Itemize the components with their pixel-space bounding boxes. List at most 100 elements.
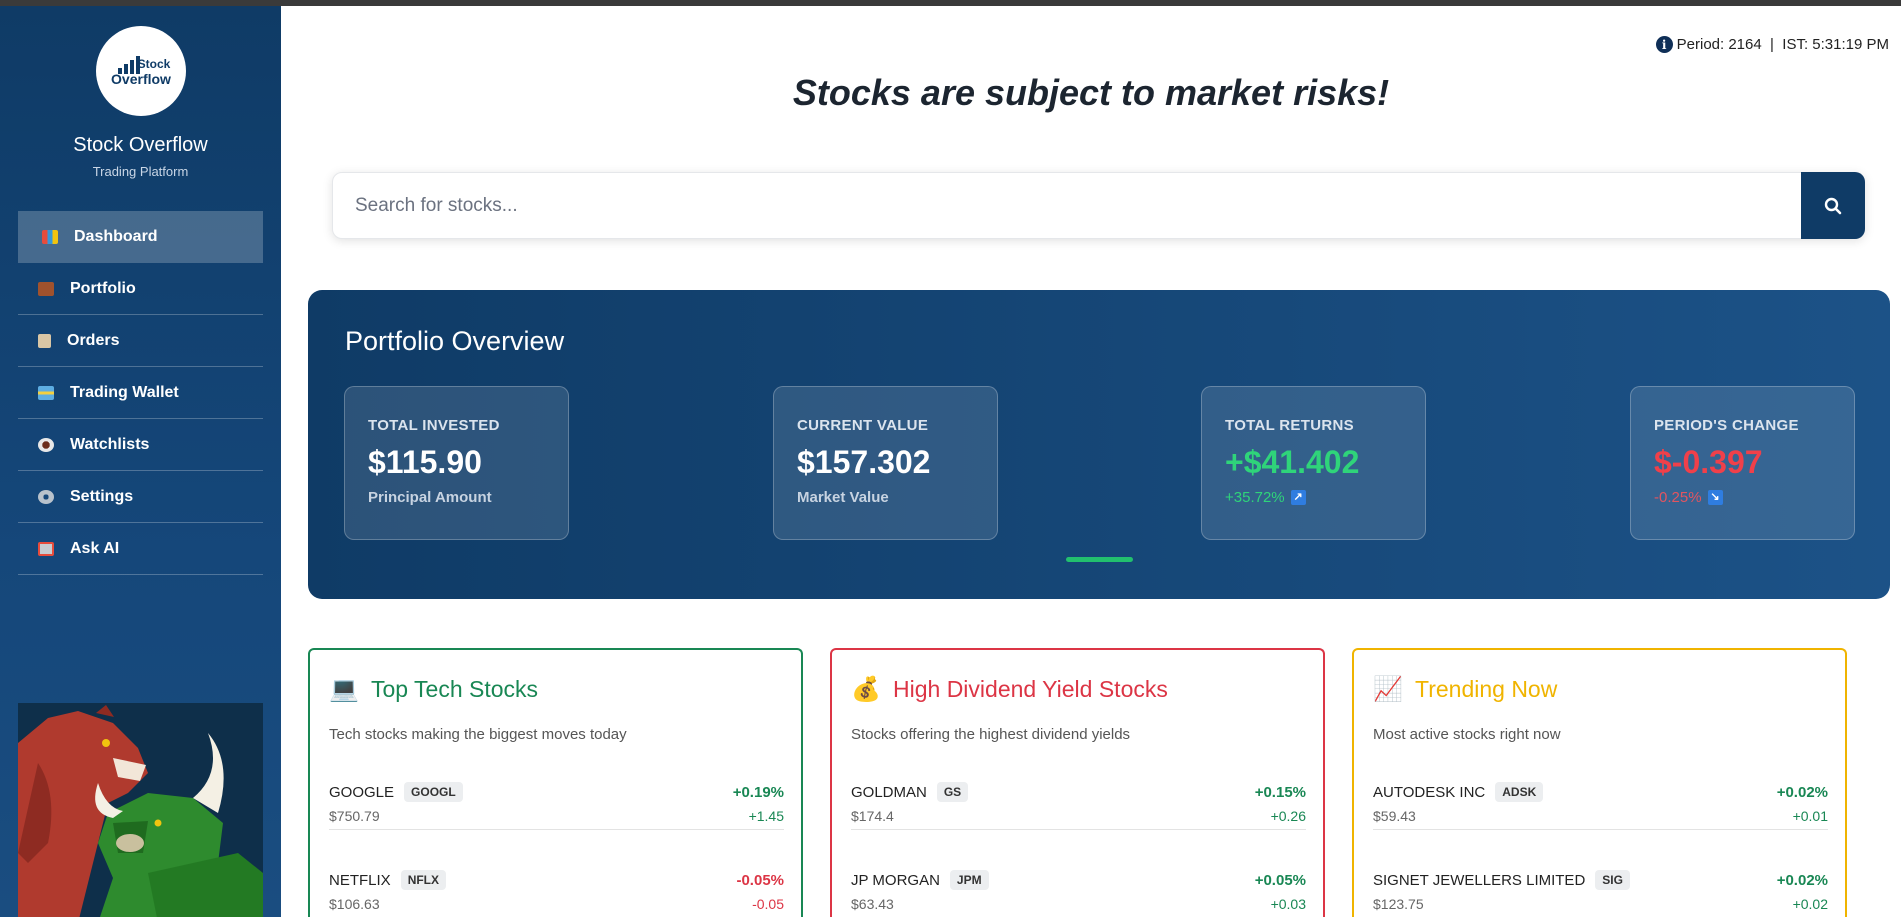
sidebar-item-label: Settings [70,487,134,505]
stock-name-wrap: SIGNET JEWELLERS LIMITED SIG [1373,870,1630,890]
logo-text-line1: Stock [137,57,171,71]
stock-price: $750.79 [329,808,380,824]
portfolio-overview: Portfolio Overview TOTAL INVESTED $115.9… [308,290,1890,599]
stock-name-wrap: GOOGLE GOOGL [329,782,463,802]
brand-name: Stock Overflow [73,134,208,156]
stock-row[interactable]: SIGNET JEWELLERS LIMITED SIG $123.75 +0.… [1373,870,1828,917]
search-icon [1824,197,1842,214]
stock-price: $174.4 [851,808,894,824]
gear-icon [38,489,54,504]
brand-subtitle: Trading Platform [92,164,189,179]
search-input[interactable] [333,173,1803,238]
card-label: CURRENT VALUE [797,417,929,434]
stock-name: JP MORGAN [851,871,940,889]
stock-row[interactable]: GOLDMAN GS $174.4 +0.15% +0.26 [851,782,1306,870]
overview-title: Portfolio Overview [345,326,565,356]
stock-name: GOOGLE [329,783,395,801]
stock-row[interactable]: NETFLIX NFLX $106.63 -0.05% -0.05 [329,870,784,917]
clipboard-icon [38,333,51,348]
card-value: $115.90 [368,444,482,480]
sidebar-item-dashboard[interactable]: Dashboard [18,211,263,263]
current-value-card: CURRENT VALUE $157.302 Market Value [773,386,998,540]
robot-icon [38,541,54,556]
sidebar-item-label: Ask AI [70,539,120,557]
sidebar-item-watchlists[interactable]: Watchlists [18,419,263,471]
stock-change: -0.05 [752,896,784,912]
ticker-badge: NFLX [400,870,447,890]
stock-change: +0.01 [1792,808,1828,824]
stock-name-wrap: AUTODESK INC ADSK [1373,782,1544,802]
stock-name: SIGNET JEWELLERS LIMITED [1373,871,1586,889]
stock-name-wrap: NETFLIX NFLX [329,870,447,890]
sidebar-item-trading-wallet[interactable]: Trading Wallet [18,367,263,419]
card-label: TOTAL INVESTED [368,417,500,434]
panel-description: Stocks offering the highest dividend yie… [851,726,1131,743]
card-label: TOTAL RETURNS [1225,417,1354,434]
stock-price: $123.75 [1373,896,1424,912]
trend-down-icon: ↘ [1707,490,1723,505]
ticker-badge: JPM [949,870,989,890]
panel-header: 📈 Trending Now [1373,674,1557,704]
returns-percent: +35.72% [1225,489,1285,506]
panel-description: Most active stocks right now [1373,726,1561,743]
card-value: $-0.397 [1654,444,1763,480]
search-bar [332,172,1865,239]
trending-now-panel: 📈 Trending Now Most active stocks right … [1352,648,1847,917]
total-invested-card: TOTAL INVESTED $115.90 Principal Amount [344,386,569,540]
card-sub: -0.25% ↘ [1654,489,1854,506]
panel-title: Trending Now [1415,675,1558,702]
card-value: +$41.402 [1225,444,1360,480]
stock-change: +0.02 [1792,896,1828,912]
credit-card-icon [38,385,54,400]
sidebar-item-orders[interactable]: Orders [18,315,263,367]
ticker-badge: ADSK [1495,782,1544,802]
info-icon[interactable]: i [1655,36,1673,53]
stock-row[interactable]: GOOGLE GOOGL $750.79 +0.19% +1.45 [329,782,784,870]
sidebar-item-label: Portfolio [70,279,136,297]
bull-bear-illustration [18,703,263,917]
stock-percent-change: +0.15% [1254,784,1306,801]
stock-change: +0.03 [1270,896,1306,912]
ticker-badge: GS [936,782,969,802]
period-indicator: i Period: 2164 | IST: 5:31:19 PM [1655,36,1889,53]
sidebar-item-portfolio[interactable]: Portfolio [18,263,263,315]
sidebar-item-settings[interactable]: Settings [18,471,263,523]
card-label: PERIOD'S CHANGE [1654,417,1799,434]
stock-name-wrap: JP MORGAN JPM [851,870,989,890]
stock-name-wrap: GOLDMAN GS [851,782,969,802]
high-dividend-stocks-panel: 💰 High Dividend Yield Stocks Stocks offe… [830,648,1325,917]
change-percent: -0.25% [1654,489,1702,506]
divider [851,829,1306,830]
browser-top-edge [0,0,1901,6]
sidebar-item-label: Dashboard [74,228,158,245]
stock-name: GOLDMAN [851,783,927,801]
chart-icon [42,230,58,244]
card-value: $157.302 [797,444,931,480]
period-text: Period: 2164 | IST: 5:31:19 PM [1676,36,1889,53]
panel-header: 💰 High Dividend Yield Stocks [851,674,1168,704]
top-tech-stocks-panel: 💻 Top Tech Stocks Tech stocks making the… [308,648,803,917]
sidebar-item-label: Orders [67,331,120,349]
ticker-badge: SIG [1595,870,1630,890]
card-sub: +35.72% ↗ [1225,489,1425,506]
sidebar-item-label: Watchlists [70,435,150,453]
stock-row[interactable]: AUTODESK INC ADSK $59.43 +0.02% +0.01 [1373,782,1828,870]
carousel-indicator[interactable] [1066,557,1133,562]
page-headline: Stocks are subject to market risks! [792,72,1390,113]
search-button[interactable] [1801,172,1865,239]
stock-row[interactable]: JP MORGAN JPM $63.43 +0.05% +0.03 [851,870,1306,917]
eye-icon [38,437,54,452]
panel-title: Top Tech Stocks [371,675,539,702]
card-sub: Market Value [797,489,889,506]
ticker-badge: GOOGL [404,782,463,802]
stock-percent-change: -0.05% [736,872,784,889]
logo[interactable]: Stock Overflow [96,26,186,116]
stock-percent-change: +0.05% [1254,872,1306,889]
stock-name: NETFLIX [329,871,391,889]
total-returns-card: TOTAL RETURNS +$41.402 +35.72% ↗ [1201,386,1426,540]
trend-up-icon: ↗ [1290,490,1306,505]
sidebar-item-ask-ai[interactable]: Ask AI [18,523,263,575]
panel-description: Tech stocks making the biggest moves tod… [329,726,627,743]
sidebar-item-label: Trading Wallet [70,383,179,401]
panel-title: High Dividend Yield Stocks [893,675,1168,702]
